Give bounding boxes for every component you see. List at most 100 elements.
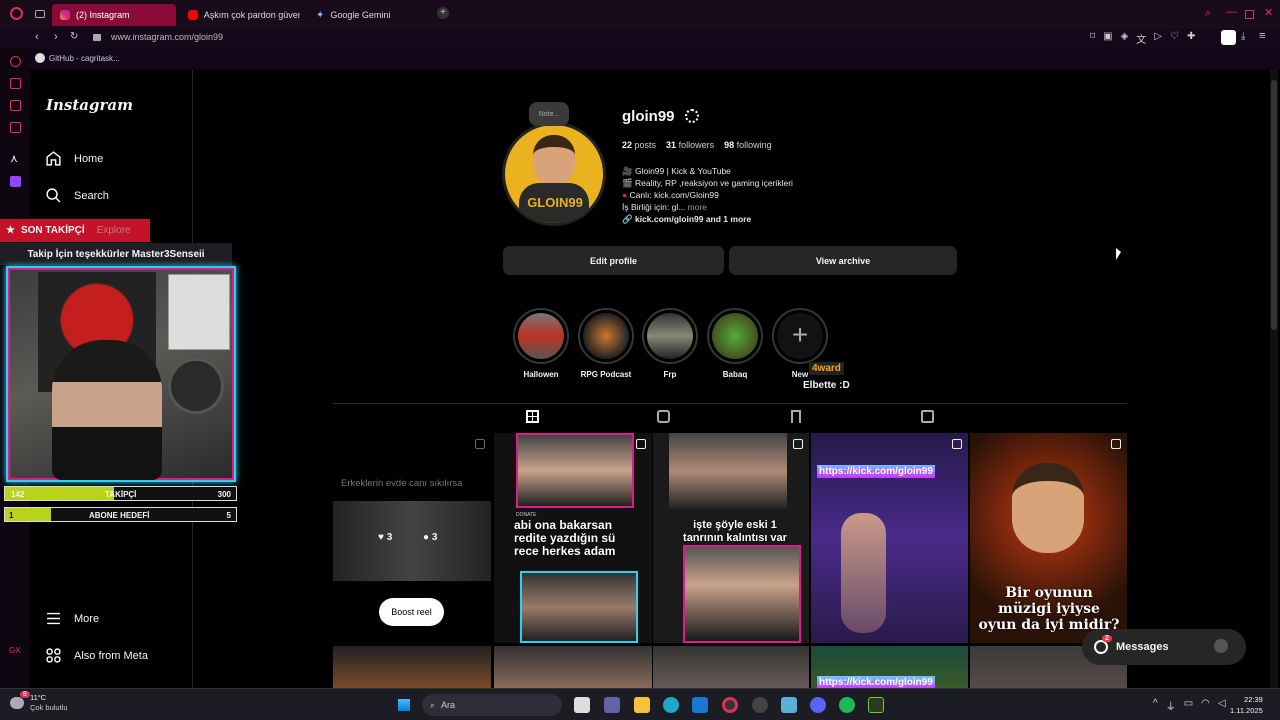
app-icon[interactable] bbox=[781, 697, 797, 713]
url-field[interactable]: www.instagram.com/gloin99 bbox=[111, 32, 223, 42]
post-caption: abi ona bakarsan redite yazdığın sü rece… bbox=[514, 518, 616, 558]
vpn-icon[interactable]: ◈ bbox=[1121, 31, 1129, 46]
snapshot-icon[interactable]: ▣ bbox=[1103, 31, 1112, 46]
rail-arc-icon[interactable]: ⋏ bbox=[10, 152, 18, 165]
tab-instagram[interactable]: (2) Instagram bbox=[52, 4, 176, 26]
discord-icon[interactable] bbox=[810, 697, 826, 713]
tab-youtube[interactable]: Aşkım çok pardon güven bbox=[180, 4, 308, 26]
menu-icon[interactable]: ≡ bbox=[1259, 30, 1265, 42]
rail-mail-icon[interactable] bbox=[10, 122, 21, 133]
post-tile[interactable] bbox=[494, 646, 652, 688]
mic-icon[interactable]: ⏚ bbox=[1166, 698, 1176, 713]
volume-icon[interactable]: ◁ bbox=[1218, 698, 1226, 713]
post-tile[interactable] bbox=[333, 646, 491, 688]
highlight-new[interactable]: + bbox=[772, 308, 828, 364]
edit-profile-button[interactable]: Edit profile bbox=[503, 246, 724, 275]
new-tab-button[interactable]: + bbox=[437, 7, 449, 19]
post-link-caption: https://kick.com/gloin99 bbox=[817, 465, 935, 478]
rail-aria-icon[interactable] bbox=[10, 78, 21, 89]
instagram-logo[interactable]: Instagram bbox=[46, 96, 133, 114]
wifi-icon[interactable]: ◠ bbox=[1201, 698, 1210, 713]
tab-gemini[interactable]: ✦ Google Gemini bbox=[308, 4, 428, 26]
nav-also-from-meta[interactable]: Also from Meta bbox=[45, 647, 148, 664]
nav-explore-ghost[interactable]: Explore bbox=[97, 225, 131, 236]
nav-home[interactable]: Home bbox=[45, 150, 103, 167]
clock[interactable]: 22:39 1.11.2025 bbox=[1230, 694, 1263, 716]
scrollbar-thumb[interactable] bbox=[1271, 80, 1277, 330]
date: 1.11.2025 bbox=[1230, 706, 1263, 715]
search-tabs-icon[interactable]: ⌕ bbox=[1205, 7, 1211, 20]
highlight-rpg-podcast[interactable] bbox=[578, 308, 634, 364]
file-explorer-icon[interactable] bbox=[634, 697, 650, 713]
forward-icon[interactable]: › bbox=[54, 31, 58, 43]
obs-icon[interactable] bbox=[752, 697, 768, 713]
close-window-button[interactable]: ✕ bbox=[1264, 6, 1273, 19]
spotify-icon[interactable] bbox=[839, 697, 855, 713]
address-bar: ‹ › ↻ www.instagram.com/gloin99 ⌑ ▣ ◈ 文 … bbox=[0, 28, 1280, 48]
play-icon[interactable]: ▷ bbox=[1154, 31, 1162, 46]
rail-messenger-icon[interactable] bbox=[10, 100, 21, 111]
weather-badge: 8 bbox=[20, 691, 30, 698]
highlight-hallowen[interactable] bbox=[513, 308, 569, 364]
heart-icon: ♥ bbox=[378, 532, 384, 543]
boost-reel-button[interactable]: Boost reel bbox=[379, 598, 444, 626]
nav-more[interactable]: More bbox=[45, 610, 99, 627]
abone-goal: 5 bbox=[226, 511, 231, 520]
weather-widget[interactable]: 11°C Çok bulutlu bbox=[10, 693, 68, 713]
nav-search[interactable]: Search bbox=[45, 187, 109, 204]
opera-logo-icon[interactable] bbox=[10, 7, 23, 20]
highlight-frp[interactable] bbox=[642, 308, 698, 364]
following-stat[interactable]: 98 following bbox=[724, 140, 772, 150]
minimize-button[interactable]: — bbox=[1226, 6, 1237, 18]
heart-icon[interactable]: ♡ bbox=[1170, 31, 1179, 46]
teams-icon[interactable] bbox=[604, 697, 620, 713]
reload-icon[interactable]: ↻ bbox=[70, 31, 78, 42]
tab-posts-grid-icon[interactable] bbox=[526, 410, 539, 423]
post-tile[interactable]: https://kick.com/gloin99 bbox=[811, 646, 968, 688]
task-view-icon[interactable] bbox=[574, 697, 590, 713]
page-scrollbar[interactable] bbox=[1270, 70, 1278, 688]
bookmark-github[interactable]: GitHub - cagritask... bbox=[49, 54, 120, 63]
opera-icon[interactable] bbox=[722, 697, 738, 713]
bio-more-link[interactable]: more bbox=[688, 202, 707, 212]
profile-avatar[interactable]: GLOIN99 bbox=[502, 122, 606, 226]
post-tile[interactable]: işte şöyle eski 1 tanrının kalıntısı var bbox=[653, 433, 809, 643]
store-icon[interactable] bbox=[692, 697, 708, 713]
post-tile[interactable]: Bir oyunun müzigi iyiyse oyun da iyi mid… bbox=[970, 433, 1127, 643]
post-tile[interactable] bbox=[653, 646, 809, 688]
terminal-icon[interactable] bbox=[868, 697, 884, 713]
tab-saved-icon[interactable] bbox=[791, 410, 801, 423]
extensions-icon[interactable]: ✚ bbox=[1187, 31, 1195, 46]
settings-gear-icon[interactable] bbox=[685, 109, 699, 123]
tab-reels-icon[interactable] bbox=[657, 410, 670, 423]
nav-label: More bbox=[74, 612, 100, 625]
profile-link[interactable]: kick.com/gloin99 and 1 more bbox=[635, 214, 751, 224]
followers-stat[interactable]: 31 followers bbox=[666, 140, 714, 150]
tab-overview-icon[interactable] bbox=[35, 10, 45, 18]
maximize-button[interactable] bbox=[1245, 10, 1254, 19]
time: 22:39 bbox=[1244, 695, 1263, 704]
chevron-up-icon[interactable]: ^ bbox=[1153, 698, 1158, 713]
back-icon[interactable]: ‹ bbox=[35, 31, 39, 43]
monitor-icon[interactable]: ▭ bbox=[1184, 698, 1193, 713]
translate-icon[interactable]: 文 bbox=[1136, 31, 1146, 46]
windows-taskbar: 11°C Çok bulutlu 8 ⌕ Ara ^ ⏚ ▭ ◠ ◁ 22:39 1… bbox=[0, 688, 1280, 720]
takipci-current: 142 bbox=[11, 490, 25, 499]
bookmark-icon[interactable]: ⌑ bbox=[1090, 31, 1095, 46]
view-archive-button[interactable]: View archive bbox=[729, 246, 957, 275]
note-bubble[interactable]: Note... bbox=[529, 102, 569, 126]
rail-player-icon[interactable]: GX bbox=[9, 646, 21, 655]
rail-twitch-icon[interactable] bbox=[10, 176, 21, 187]
post-tile[interactable]: DONATE abi ona bakarsan redite yazdığın … bbox=[494, 433, 652, 643]
tab-tagged-icon[interactable] bbox=[921, 410, 934, 423]
edge-icon[interactable] bbox=[663, 697, 679, 713]
highlight-babaq[interactable] bbox=[707, 308, 763, 364]
messages-button[interactable]: Messages 2 bbox=[1082, 629, 1246, 665]
post-tile[interactable]: Erkeklerin evde canı sıkılırsa ♥ 3 ● 3 B… bbox=[333, 433, 491, 643]
post-tile[interactable]: https://kick.com/gloin99 bbox=[811, 433, 968, 643]
taskbar-search[interactable]: ⌕ Ara bbox=[422, 694, 562, 716]
start-icon[interactable] bbox=[397, 698, 411, 712]
rail-history-icon[interactable] bbox=[10, 56, 21, 67]
profile-avatar[interactable] bbox=[1221, 30, 1236, 45]
download-icon[interactable]: ⤓ bbox=[1241, 31, 1245, 42]
